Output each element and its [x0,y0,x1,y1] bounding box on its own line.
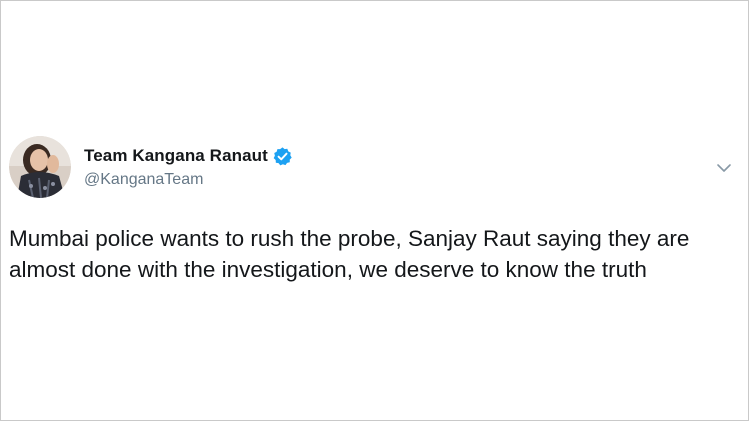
chevron-down-icon[interactable] [714,158,734,178]
verified-badge-icon [272,146,293,167]
author-display-name[interactable]: Team Kangana Ranaut [84,146,268,166]
tweet-text-line: Mumbai police wants to rush the probe, S… [9,226,690,251]
author-name-row: Team Kangana Ranaut [84,144,293,168]
screenshot-frame: Team Kangana Ranaut @KanganaTeam Mumbai … [0,0,749,421]
author-handle[interactable]: @KanganaTeam [84,171,203,189]
tweet-text-line: almost done with the investigation, we d… [9,257,647,282]
tweet-card: Team Kangana Ranaut @KanganaTeam Mumbai … [1,1,748,420]
avatar[interactable] [9,136,71,198]
tweet-text: Mumbai police wants to rush the probe, S… [9,223,744,285]
